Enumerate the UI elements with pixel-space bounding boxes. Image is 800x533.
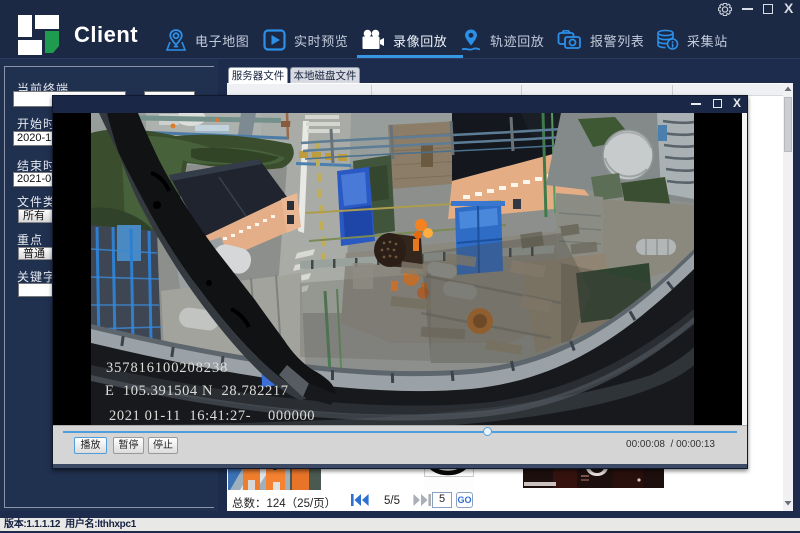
svg-text:2021 01-11 16:41:27- 00000: 2021 01-11 16:41:27- 000000 [109,408,315,424]
svg-text:E 105.391504 N 28.782217: E 105.391504 N 28.782217 [105,383,289,399]
svg-text:357816100208238: 357816100208238 [106,360,228,376]
